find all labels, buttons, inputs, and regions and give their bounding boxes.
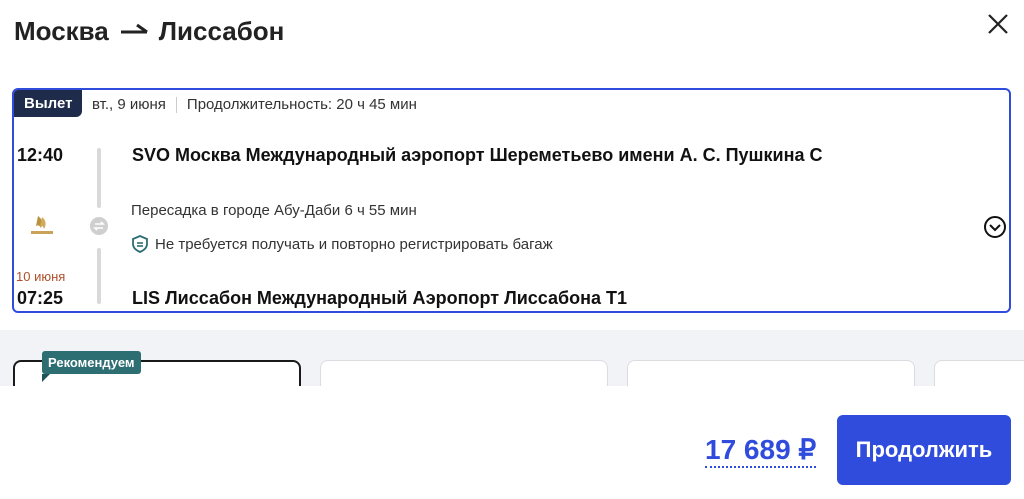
segment-date: вт., 9 июня: [92, 96, 166, 113]
timeline-line-top: [97, 148, 101, 208]
arrival-airport: LIS Лиссабон Международный Аэропорт Лисс…: [132, 288, 628, 308]
recommended-badge: Рекомендуем: [42, 351, 141, 382]
continue-button[interactable]: Продолжить: [837, 415, 1011, 485]
baggage-text: Не требуется получать и повторно регистр…: [155, 235, 553, 253]
departure-time: 12:40: [17, 145, 64, 165]
arrow-right-icon: [120, 23, 148, 33]
segment-header: вт., 9 июня Продолжительность: 20 ч 45 м…: [92, 96, 417, 113]
airline-logo-icon: [31, 216, 53, 234]
transfer-icon: [90, 217, 108, 235]
close-button[interactable]: [984, 10, 1012, 38]
transfer-info: Пересадка в городе Абу-Даби 6 ч 55 мин: [131, 202, 417, 219]
chevron-down-icon[interactable]: [983, 215, 1007, 239]
origin-city: Москва: [14, 16, 109, 46]
baggage-info: Не требуется получать и повторно регистр…: [131, 235, 553, 253]
segment-duration: Продолжительность: 20 ч 45 мин: [186, 96, 417, 113]
departure-badge: Вылет: [14, 90, 83, 117]
total-price[interactable]: 17 689 ₽: [705, 433, 817, 468]
fares-bar: [0, 330, 1024, 420]
arrival-time: 07:25: [17, 288, 64, 308]
close-icon: [988, 14, 1008, 34]
page-title: Москва Лиссабон: [14, 16, 284, 47]
timeline-line-bottom: [97, 248, 101, 304]
divider: [175, 96, 177, 113]
shield-icon: [132, 235, 148, 253]
flight-segment-card: Вылет вт., 9 июня Продолжительность: 20 …: [12, 88, 1011, 313]
arrival-date: 10 июня: [16, 269, 66, 284]
destination-city: Лиссабон: [158, 16, 285, 46]
departure-airport: SVO Москва Международный аэропорт Шереме…: [132, 145, 823, 165]
